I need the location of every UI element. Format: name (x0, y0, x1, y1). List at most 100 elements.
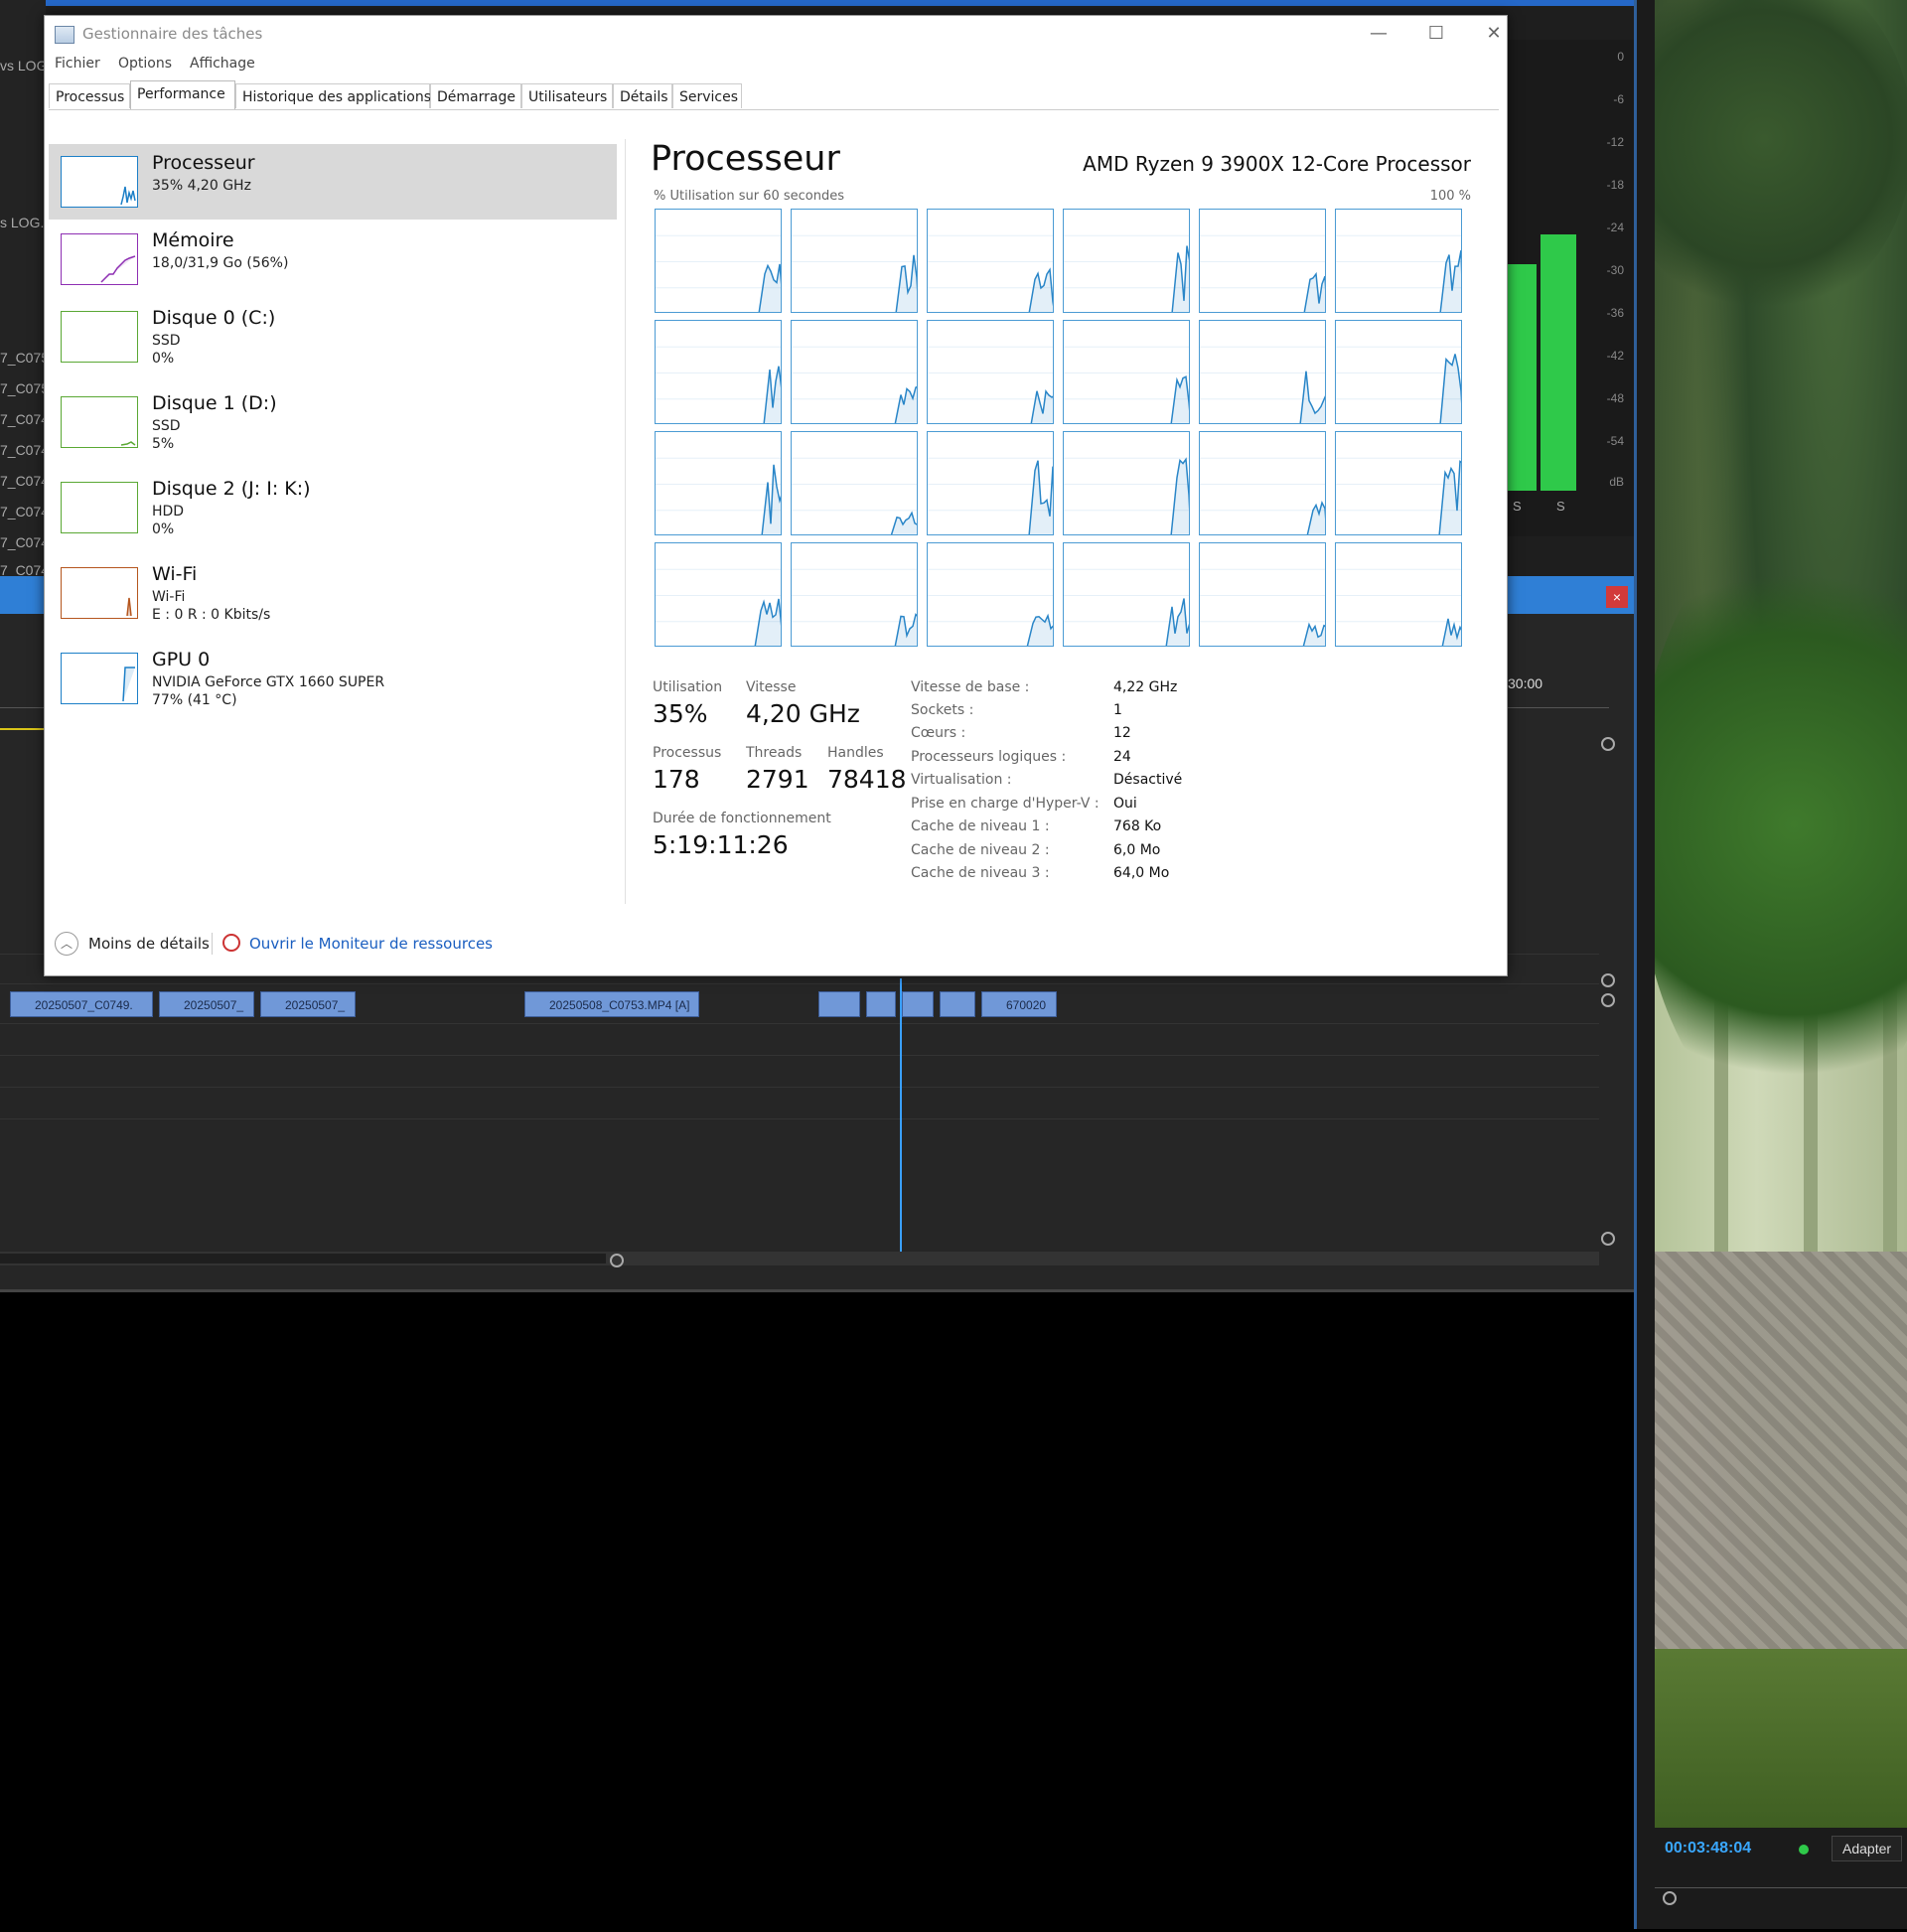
project-label[interactable]: vs LOG (0, 58, 47, 74)
tab-services[interactable]: Services (672, 83, 742, 108)
tab-processus[interactable]: Processus (49, 83, 130, 108)
grass-image (1655, 1649, 1907, 1828)
timeline-clip[interactable] (902, 991, 934, 1017)
minimize-button[interactable]: — (1356, 20, 1401, 48)
sidebar-item-name: Processeur (152, 152, 255, 174)
editor-top-strip (0, 0, 1634, 6)
timeline-clip[interactable]: 20250507_ (260, 991, 356, 1017)
logical-processor-graph (927, 542, 1054, 647)
stat-label: Threads (746, 745, 803, 761)
project-label[interactable]: 7_C075 (0, 350, 49, 366)
tab-utilisateurs[interactable]: Utilisateurs (521, 83, 613, 108)
close-button[interactable]: ✕ (1471, 20, 1517, 48)
detail-value: Désactivé (1113, 772, 1183, 788)
sidebar-item-disque-2[interactable]: Disque 2 (J: I: K:) HDD 0% (49, 470, 617, 546)
sidebar-item-wifi[interactable]: Wi-Fi Wi-Fi E : 0 R : 0 Kbits/s (49, 555, 617, 632)
db-label: -36 (1606, 306, 1624, 320)
sidebar-item-detail: HDD (152, 504, 185, 520)
timeline-clip[interactable] (940, 991, 975, 1017)
timeline-clip[interactable]: 20250507_ (159, 991, 254, 1017)
timeline-clip[interactable]: 20250508_C0753.MP4 [A] (524, 991, 699, 1017)
timecode[interactable]: 00:03:48:04 (1665, 1840, 1751, 1858)
logical-processor-graph (791, 542, 918, 647)
detail-value: 64,0 Mo (1113, 865, 1170, 881)
logical-processor-graph (1335, 320, 1462, 424)
solo-button[interactable]: S (1513, 499, 1522, 514)
scroll-zoom-handle[interactable] (610, 1254, 624, 1267)
tab-demarrage[interactable]: Démarrage (430, 83, 521, 108)
logical-processor-graph (1063, 320, 1190, 424)
page-title: Processeur (651, 139, 840, 179)
title-bar[interactable]: Gestionnaire des tâches — ☐ ✕ (45, 16, 1507, 52)
maximize-button[interactable]: ☐ (1413, 20, 1459, 48)
logical-processor-graph (791, 431, 918, 535)
stat-label: Vitesse (746, 679, 797, 695)
status-dot (1799, 1845, 1809, 1855)
footer-separator (212, 933, 213, 955)
scroll-handle[interactable] (1601, 737, 1615, 751)
menu-fichier[interactable]: Fichier (55, 56, 100, 72)
logical-processor-graph (791, 209, 918, 313)
chevron-up-icon[interactable]: ︿ (55, 932, 78, 956)
memory-thumbnail-graph (61, 233, 138, 285)
scroll-handle[interactable] (1601, 973, 1615, 987)
scroll-handle[interactable] (1601, 993, 1615, 1007)
track-a2 (0, 1023, 1599, 1054)
solo-button[interactable]: S (1556, 499, 1565, 514)
project-label[interactable]: 7_C074 (0, 534, 49, 550)
project-label[interactable]: 7_C074 (0, 411, 49, 427)
disk-thumbnail-graph (61, 396, 138, 448)
logical-processor-graph (655, 431, 782, 535)
tab-historique[interactable]: Historique des applications (235, 83, 431, 108)
stat-vitesse: 4,20 GHz (746, 699, 860, 728)
sidebar-item-disque-0[interactable]: Disque 0 (C:) SSD 0% (49, 299, 617, 375)
menu-affichage[interactable]: Affichage (190, 56, 255, 72)
detail-value: 768 Ko (1113, 818, 1162, 834)
track-a4 (0, 1087, 1599, 1117)
sidebar-item-disque-1[interactable]: Disque 1 (D:) SSD 5% (49, 384, 617, 461)
scrollbar-thumb[interactable] (0, 1254, 606, 1263)
sidebar-item-gpu-0[interactable]: GPU 0 NVIDIA GeForce GTX 1660 SUPER 77% … (49, 641, 617, 717)
logical-processor-graph (655, 542, 782, 647)
resource-monitor-link[interactable]: Ouvrir le Moniteur de ressources (249, 935, 493, 953)
less-details-button[interactable]: Moins de détails (88, 935, 210, 953)
detail-value: 12 (1113, 725, 1131, 741)
timeline-clip[interactable] (866, 991, 896, 1017)
project-label[interactable]: 7_C074 (0, 473, 49, 489)
project-label[interactable]: 7_C074 (0, 504, 49, 520)
sidebar-item-detail: Wi-Fi (152, 589, 186, 605)
menu-options[interactable]: Options (118, 56, 172, 72)
db-label: -6 (1613, 92, 1624, 106)
timeline-clip[interactable]: 670020 (981, 991, 1057, 1017)
sidebar-item-processeur[interactable]: Processeur 35% 4,20 GHz (49, 144, 617, 220)
timeline-horizontal-scrollbar[interactable] (0, 1252, 1599, 1265)
project-label[interactable]: 7_C074 (0, 442, 49, 458)
fit-dropdown[interactable]: Adapter (1832, 1836, 1903, 1861)
detail-value: Oui (1113, 796, 1137, 812)
tab-details[interactable]: Détails (613, 83, 672, 108)
monitor-scroll-handle[interactable] (1663, 1891, 1677, 1905)
processor-name: AMD Ryzen 9 3900X 12-Core Processor (1083, 152, 1471, 176)
tab-performance[interactable]: Performance (130, 80, 235, 109)
panel-close-button[interactable]: × (1606, 586, 1628, 608)
monitor-ruler[interactable] (1655, 1867, 1907, 1888)
logical-processor-graph (1199, 431, 1326, 535)
timeline-clip[interactable] (818, 991, 860, 1017)
db-label: -24 (1606, 221, 1624, 234)
disk-thumbnail-graph (61, 482, 138, 533)
db-label: -30 (1606, 263, 1624, 277)
playhead[interactable] (900, 978, 902, 1252)
project-label[interactable]: 7_C075 (0, 380, 49, 396)
timeline-clip[interactable]: 20250507_C0749. (10, 991, 153, 1017)
cpu-thumbnail-graph (61, 156, 138, 208)
stat-utilisation: 35% (653, 699, 708, 728)
stat-uptime: 5:19:11:26 (653, 830, 789, 859)
scroll-handle[interactable] (1601, 1232, 1615, 1246)
gpu-thumbnail-graph (61, 653, 138, 704)
logical-processor-graphs (655, 209, 1473, 656)
sidebar-item-memoire[interactable]: Mémoire 18,0/31,9 Go (56%) (49, 222, 617, 298)
db-label: -48 (1606, 391, 1624, 405)
empty-panel (0, 1289, 1634, 1932)
stat-handles: 78418 (827, 765, 907, 794)
sidebar-item-name: Disque 1 (D:) (152, 392, 277, 414)
